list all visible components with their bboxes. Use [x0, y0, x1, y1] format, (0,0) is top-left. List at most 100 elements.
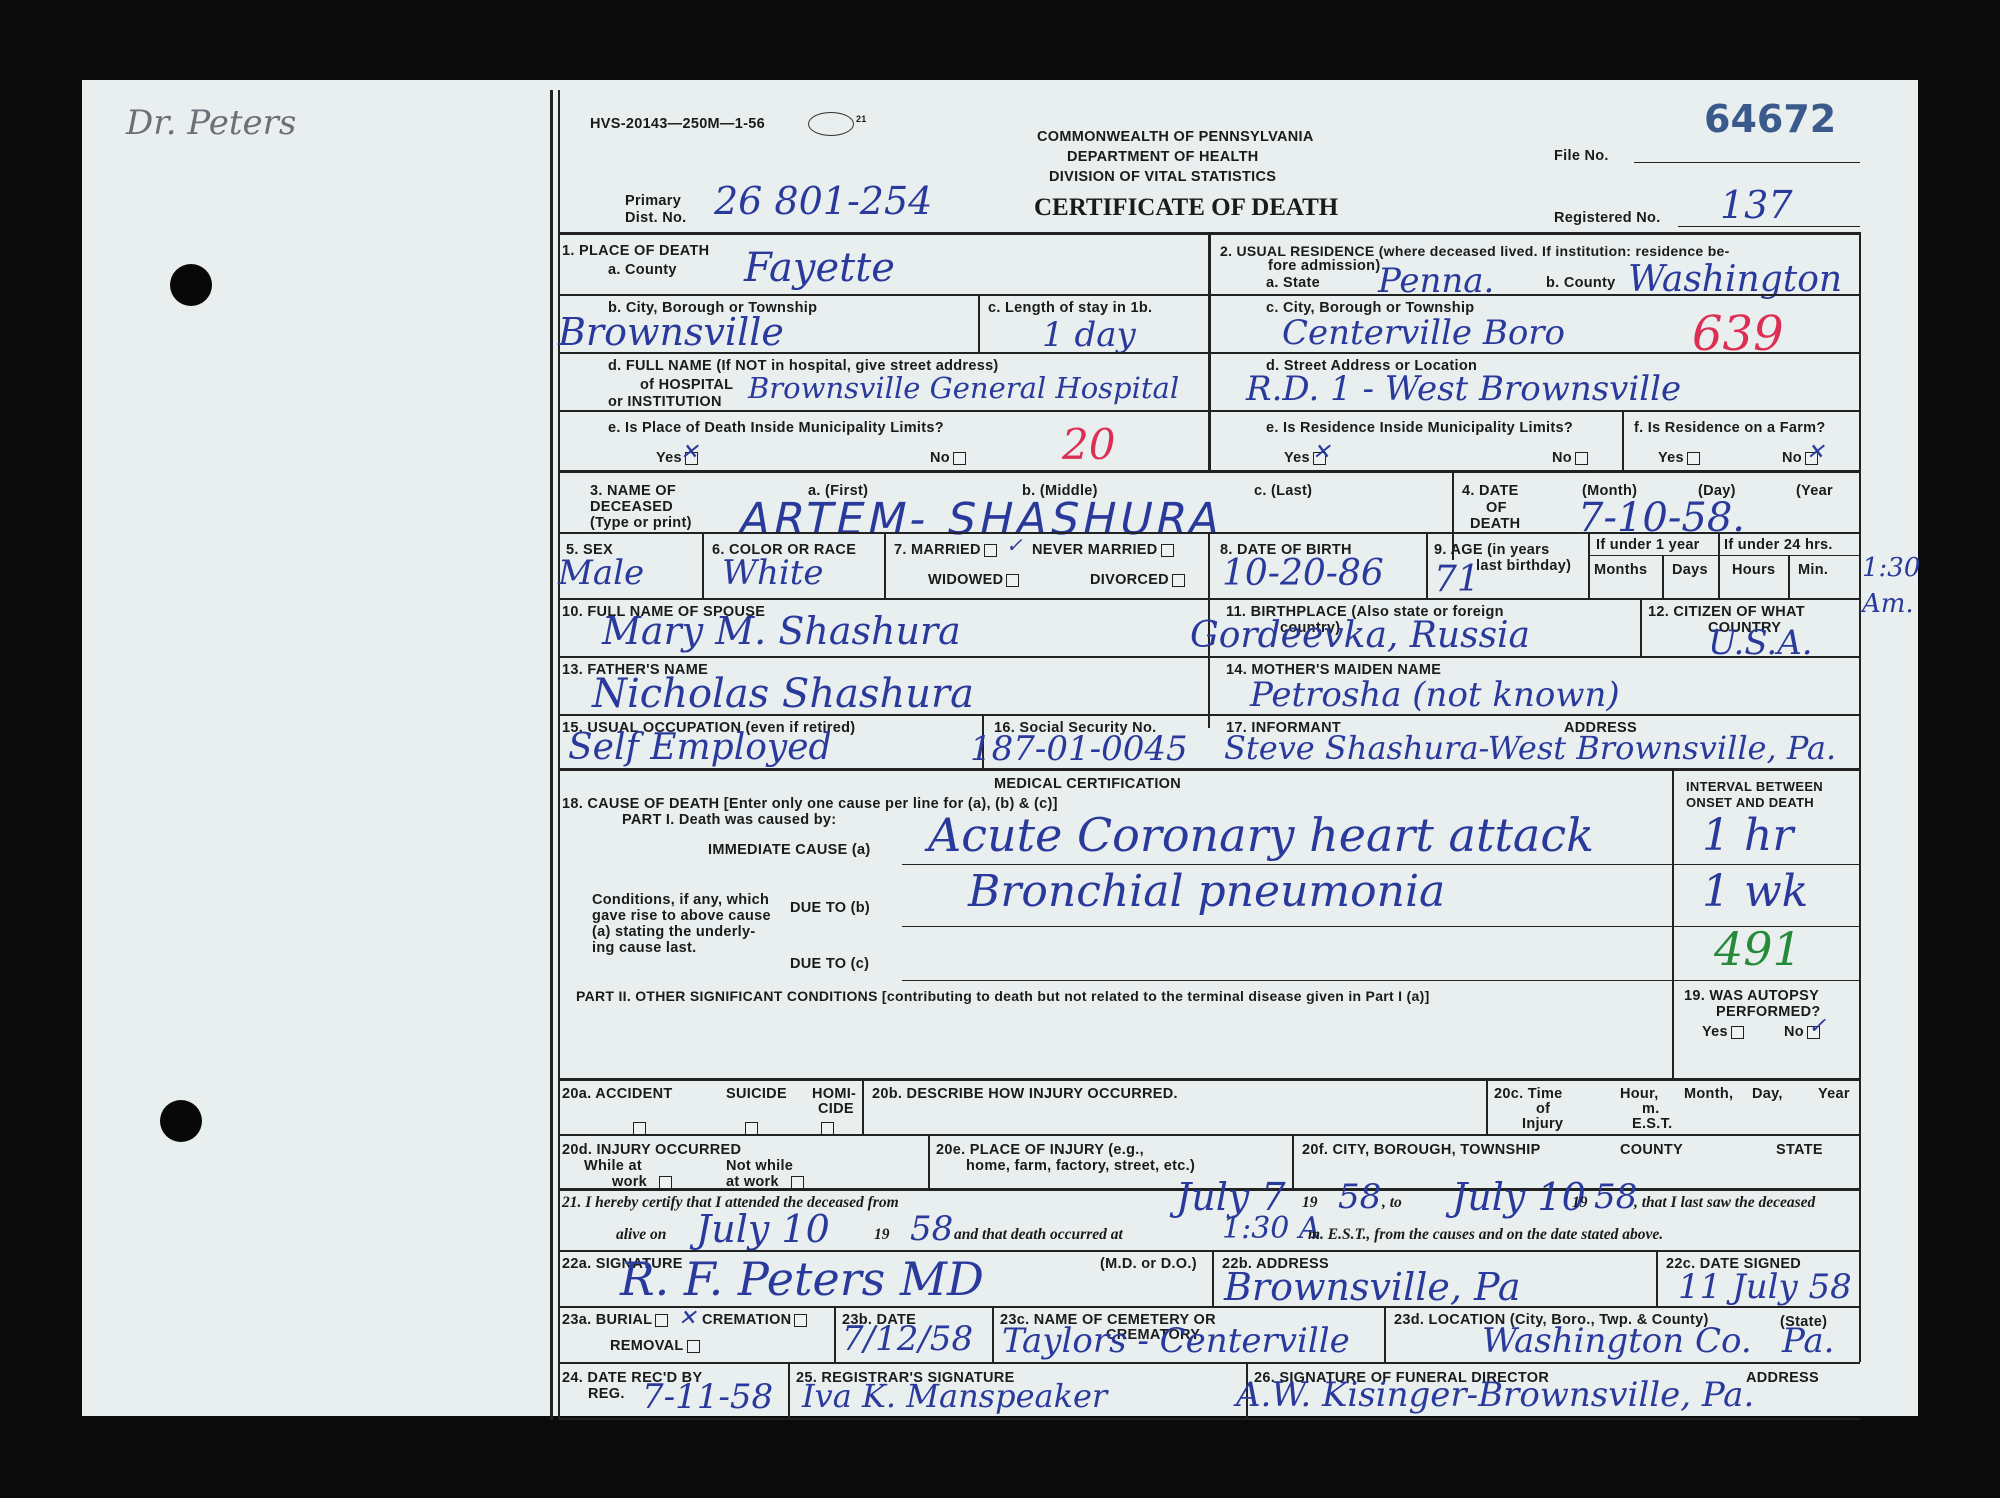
cremation-checkbox[interactable]	[794, 1313, 808, 1327]
last-name-label: c. (Last)	[1254, 483, 1313, 499]
dist-no-label: Dist. No.	[625, 210, 687, 226]
removal-checkbox[interactable]	[686, 1339, 700, 1353]
farm-yes-checkbox[interactable]	[1686, 451, 1700, 465]
deceased-name: ARTEM- SHASHURA	[734, 494, 1229, 545]
registered-no-label: Registered No.	[1554, 210, 1661, 226]
due-to-b-label: DUE TO (b)	[790, 900, 871, 916]
months-divider	[1662, 555, 1664, 598]
months-label: Months	[1594, 562, 1648, 578]
due-to-c-label: DUE TO (c)	[790, 956, 870, 972]
date-received-value: 7-11-58	[642, 1377, 774, 1417]
death-limits-no-checkbox[interactable]	[952, 451, 966, 465]
days-divider	[1718, 532, 1720, 598]
residence-county-label: b. County	[1546, 275, 1616, 291]
burial-date-divider	[992, 1306, 994, 1362]
not-while-at-work-checkbox[interactable]	[790, 1175, 804, 1189]
cert-line-1b-2: 19	[1572, 1194, 1588, 1211]
divorced-checkbox[interactable]	[1171, 573, 1185, 587]
funeral-address-label: ADDRESS	[1746, 1370, 1819, 1386]
death-place-code: 20	[1062, 420, 1116, 469]
signature-divider	[1212, 1250, 1214, 1306]
date-signed-value: 11 July 58	[1678, 1267, 1852, 1307]
cert-line-2c: m. E.S.T., from the causes and on the da…	[1308, 1226, 1664, 1243]
deceased-name-label-2: DECEASED	[590, 499, 673, 515]
deceased-name-label-3: (Type or print)	[590, 515, 692, 531]
burial-mark: ✕	[678, 1306, 697, 1331]
date-of-death-label-3: DEATH	[1470, 516, 1521, 532]
burial-location-value: Washington Co.	[1482, 1321, 1752, 1361]
never-married-checkbox[interactable]	[1160, 543, 1174, 557]
married-option: 7. MARRIED	[894, 542, 997, 559]
sex-value: Male	[558, 553, 645, 593]
married-mark: ✓	[1006, 533, 1023, 557]
union-label-seal	[808, 112, 854, 136]
form-final-line	[560, 1418, 1860, 1420]
birth-date-value: 10-20-86	[1222, 553, 1384, 594]
registered-no: 137	[1720, 183, 1793, 227]
cert-alive-on: July 10	[696, 1207, 830, 1251]
injury-year-label: Year	[1818, 1086, 1850, 1102]
residence-limits-yes-mark: ✕	[1312, 440, 1331, 465]
birthplace-divider	[1640, 598, 1642, 656]
row-10-line	[560, 598, 1860, 600]
married-checkbox[interactable]	[983, 543, 997, 557]
cert-line-2-19: 19	[874, 1226, 890, 1243]
farm-divider	[1622, 410, 1624, 470]
injury-est-label: E.S.T.	[1632, 1116, 1673, 1132]
row-15-line	[560, 714, 1860, 716]
row-1d-line	[560, 410, 1208, 412]
cert-to-date: July 10	[1452, 1175, 1586, 1219]
death-city-value: Brownsville	[558, 310, 784, 354]
injury-state-label: STATE	[1776, 1142, 1823, 1158]
place-of-injury-label: 20e. PLACE OF INJURY (e.g.,	[936, 1142, 1144, 1158]
autopsy-label: 19. WAS AUTOPSY	[1684, 988, 1820, 1004]
row-1b-line	[560, 352, 1208, 354]
residence-limits-no-checkbox[interactable]	[1574, 451, 1588, 465]
interval-a-value: 1 hr	[1702, 810, 1794, 861]
death-limits-yes-mark: ✕	[680, 440, 699, 465]
sex-divider	[702, 532, 704, 598]
registrar-signature: Iva K. Manspeaker	[802, 1377, 1108, 1415]
residence-limits-label: e. Is Residence Inside Municipality Limi…	[1266, 420, 1574, 436]
farm-yes: Yes	[1658, 450, 1700, 467]
minutes-label: Min.	[1798, 562, 1829, 578]
mother-value: Petrosha (not known)	[1250, 675, 1620, 715]
autopsy-label-2: PERFORMED?	[1716, 1004, 1821, 1020]
burial-option: 23a. BURIAL	[562, 1312, 669, 1329]
punch-hole-top	[170, 264, 212, 306]
burial-checkbox[interactable]	[655, 1313, 669, 1327]
certificate-paper: Dr. Peters HVS-20143—250M—1-56 21 COMMON…	[82, 80, 1920, 1420]
age-divider	[1588, 532, 1590, 598]
row-23-line	[560, 1306, 1860, 1308]
autopsy-no-mark: ✓	[1808, 1014, 1827, 1039]
marital-divider	[1208, 532, 1210, 598]
cert-line-2b: and that death occurred at	[954, 1226, 1123, 1243]
accident-label: 20a. ACCIDENT	[562, 1086, 673, 1102]
homicide-label-2: CIDE	[818, 1101, 854, 1117]
cert-line-1d: , that I last saw the deceased	[1634, 1194, 1816, 1211]
certificate-title: CERTIFICATE OF DEATH	[1034, 194, 1339, 221]
autopsy-yes-checkbox[interactable]	[1730, 1025, 1744, 1039]
ssn-value: 187-01-0045	[970, 729, 1188, 769]
never-married-label: NEVER MARRIED	[1032, 542, 1158, 558]
cause-a-line	[902, 864, 1860, 865]
autopsy-no-label: No	[1784, 1024, 1804, 1040]
death-limits-label: e. Is Place of Death Inside Municipality…	[608, 420, 944, 436]
registered-no-line	[1678, 226, 1860, 227]
interval-label-2: ONSET AND DEATH	[1686, 795, 1814, 810]
primary-label: Primary	[625, 193, 682, 209]
residence-code: 639	[1692, 306, 1784, 362]
while-at-work-checkbox[interactable]	[659, 1175, 673, 1189]
interval-b-value: 1 wk	[1702, 866, 1809, 917]
form-code-suffix: 21	[856, 114, 867, 124]
usual-residence-label: 2. USUAL RESIDENCE (where deceased lived…	[1220, 243, 1730, 259]
cremation-label: CREMATION	[702, 1312, 792, 1328]
conditions-label-1: Conditions, if any, which	[592, 892, 770, 908]
file-number: 64672	[1704, 97, 1837, 141]
burial-date-value: 7/12/58	[842, 1319, 974, 1359]
autopsy-yes: Yes	[1702, 1024, 1744, 1041]
date-of-death-label: 4. DATE	[1462, 483, 1519, 499]
residence-county-value: Washington	[1628, 259, 1843, 300]
widowed-checkbox[interactable]	[1006, 573, 1020, 587]
form-code: HVS-20143—250M—1-56	[590, 116, 765, 132]
